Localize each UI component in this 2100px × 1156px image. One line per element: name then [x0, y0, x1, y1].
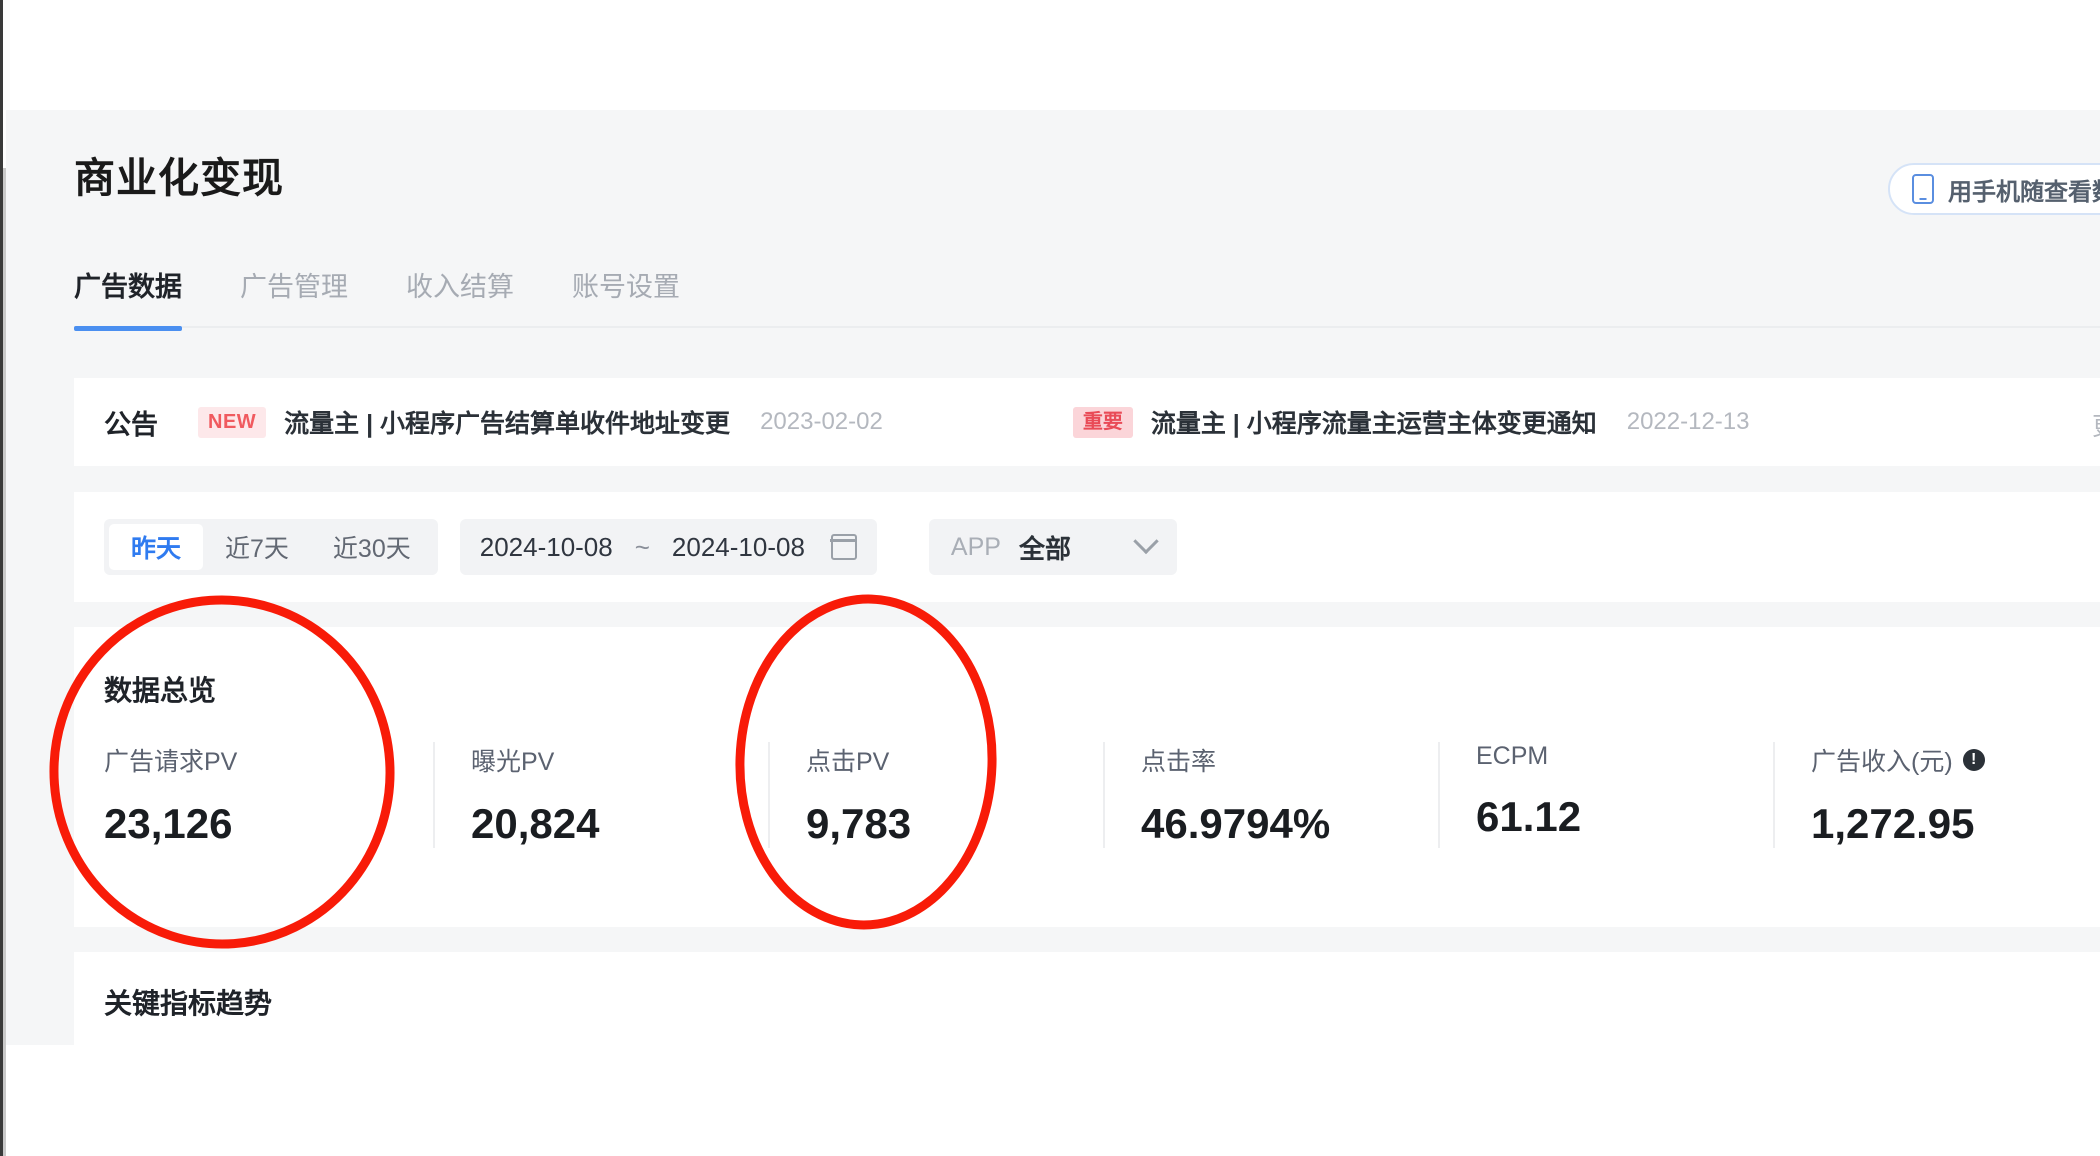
metric-label: ECPM — [1476, 742, 1773, 771]
date-from[interactable]: 2024-10-08 — [480, 532, 613, 563]
metric-label: 点击率 — [1141, 742, 1438, 778]
app-select-value: 全部 — [1018, 533, 1071, 564]
metric-value: 20,824 — [471, 800, 600, 847]
metric-label-text: 广告请求PV — [104, 748, 238, 776]
filter-row: 昨天 近7天 近30天 2024-10-08 ~ 2024-10-08 APP … — [74, 492, 2100, 602]
announcement-item-1[interactable]: NEW 流量主 | 小程序广告结算单收件地址变更 2023-02-02 — [198, 404, 883, 440]
metric-label: 曝光PV — [471, 742, 768, 778]
filter-card: 昨天 近7天 近30天 2024-10-08 ~ 2024-10-08 APP … — [74, 492, 2100, 602]
date-range-segmented-control: 昨天 近7天 近30天 — [104, 519, 438, 575]
announcement-date-2: 2022-12-13 — [1626, 408, 1750, 435]
metric-label-text: 广告收入(元) — [1811, 748, 1953, 776]
page-header: 商业化变现 — [6, 110, 2100, 265]
key-metrics-trend-card: 关键指标趋势 — [74, 952, 2100, 1045]
range-last-30-days[interactable]: 近30天 — [311, 524, 433, 570]
app-select[interactable]: APP 全部 — [928, 519, 1177, 575]
metric-value: 1,272.95 — [1811, 800, 1975, 847]
metric-label-text: ECPM — [1476, 742, 1549, 770]
tab-ad-data[interactable]: 广告数据 — [74, 265, 182, 331]
metric-value: 23,126 — [104, 800, 233, 847]
metric-label: 广告请求PV — [104, 742, 433, 778]
tab-income-settlement[interactable]: 收入结算 — [406, 265, 514, 331]
date-to[interactable]: 2024-10-08 — [672, 532, 805, 563]
announcement-text-2[interactable]: 流量主 | 小程序流量主运营主体变更通知 — [1151, 404, 1597, 440]
app-screen: 商业化变现 用手机随查看数据 广告数据 广告管理 收入结算 账号设置 公告 NE… — [0, 0, 2100, 1156]
metrics-list: 广告请求PV 23,126 曝光PV 20,824 点击PV 9,783 点击率 — [98, 742, 2100, 848]
page-title: 商业化变现 — [74, 155, 284, 201]
metric-ecpm: ECPM 61.12 — [1438, 742, 1773, 848]
date-separator: ~ — [634, 531, 650, 562]
metric-label-text: 点击PV — [806, 748, 890, 776]
announcement-more-link[interactable]: 更多 — [2092, 407, 2100, 443]
tab-bar: 广告数据 广告管理 收入结算 账号设置 — [6, 265, 2100, 353]
metric-ad-request-pv: 广告请求PV 23,126 — [98, 742, 433, 848]
tab-account-settings[interactable]: 账号设置 — [572, 265, 680, 331]
overview-title: 数据总览 — [104, 675, 217, 706]
tab-ad-management[interactable]: 广告管理 — [240, 265, 348, 331]
metric-exposure-pv: 曝光PV 20,824 — [433, 742, 768, 848]
announcement-label: 公告 — [104, 409, 158, 440]
metric-label: 广告收入(元) ! — [1811, 742, 2100, 778]
metric-label: 点击PV — [806, 742, 1103, 778]
badge-important: 重要 — [1072, 406, 1133, 438]
range-yesterday[interactable]: 昨天 — [109, 524, 204, 570]
date-range-picker[interactable]: 2024-10-08 ~ 2024-10-08 — [459, 519, 877, 575]
range-last-7-days[interactable]: 近7天 — [203, 524, 311, 570]
tabs: 广告数据 广告管理 收入结算 账号设置 — [74, 265, 738, 331]
metric-value: 46.9794% — [1141, 800, 1331, 847]
metric-ad-revenue: 广告收入(元) ! 1,272.95 — [1773, 742, 2100, 848]
phone-icon — [1912, 174, 1934, 204]
metric-value: 61.12 — [1476, 793, 1582, 840]
metric-click-rate: 点击率 46.9794% — [1103, 742, 1438, 848]
announcement-row: 公告 NEW 流量主 | 小程序广告结算单收件地址变更 2023-02-02 重… — [74, 378, 2100, 466]
app-select-key: APP — [950, 532, 1001, 561]
info-icon[interactable]: ! — [1962, 749, 1985, 771]
metric-value: 9,783 — [806, 800, 912, 847]
view-on-phone-label: 用手机随查看数据 — [1948, 178, 2100, 206]
data-overview-card: 数据总览 广告请求PV 23,126 曝光PV 20,824 点击PV 9,78… — [74, 627, 2100, 927]
chevron-down-icon[interactable] — [1133, 528, 1159, 555]
metric-label-text: 曝光PV — [471, 748, 555, 776]
announcement-item-2[interactable]: 重要 流量主 | 小程序流量主运营主体变更通知 2022-12-13 — [1072, 404, 1750, 440]
announcement-card: 公告 NEW 流量主 | 小程序广告结算单收件地址变更 2023-02-02 重… — [74, 378, 2100, 466]
metric-click-pv: 点击PV 9,783 — [768, 742, 1103, 848]
announcement-date-1: 2023-02-02 — [760, 408, 883, 435]
trend-title: 关键指标趋势 — [104, 988, 273, 1019]
view-on-phone-button[interactable]: 用手机随查看数据 — [1888, 163, 2100, 215]
metric-label-text: 点击率 — [1141, 748, 1217, 776]
badge-new: NEW — [198, 406, 267, 438]
announcement-text-1[interactable]: 流量主 | 小程序广告结算单收件地址变更 — [284, 404, 730, 440]
calendar-icon[interactable] — [830, 534, 857, 560]
